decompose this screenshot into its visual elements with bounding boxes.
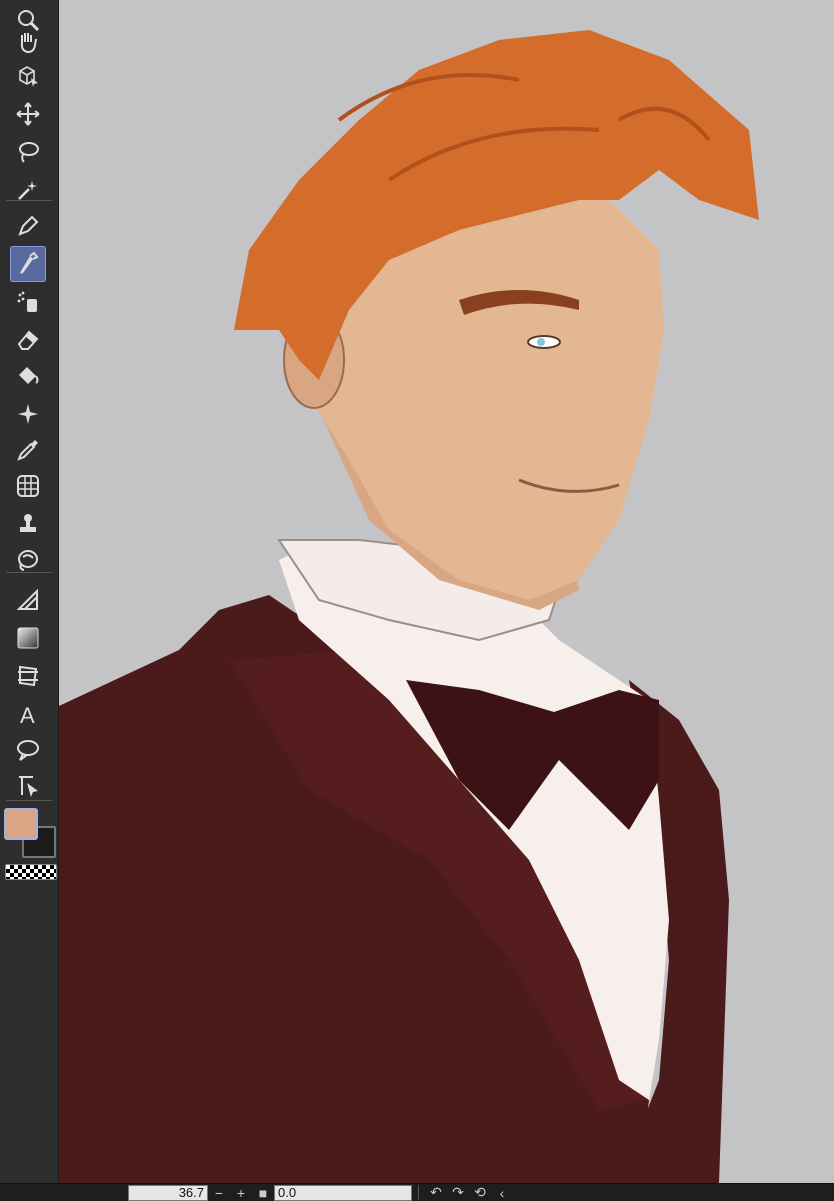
pen-tool[interactable]: [10, 208, 46, 244]
gradient-tool[interactable]: [10, 620, 46, 656]
statusbar-divider: [418, 1185, 419, 1200]
stamp-tool[interactable]: [10, 506, 46, 542]
eyedropper-icon: [17, 440, 38, 461]
object-select-icon: [19, 66, 38, 87]
toolbar-separator: [6, 800, 52, 801]
object-tool[interactable]: [10, 58, 46, 94]
correct-line-icon: [19, 776, 38, 797]
drawing-canvas[interactable]: [59, 0, 834, 1183]
airbrush-tool[interactable]: [10, 284, 46, 320]
text-tool[interactable]: A: [10, 696, 46, 732]
brush-icon: [20, 251, 39, 274]
eraser-icon: [17, 330, 39, 350]
rotation-field[interactable]: 0.0: [274, 1184, 412, 1201]
tool-palette: A: [0, 0, 59, 1183]
magic-wand-tool[interactable]: [10, 172, 46, 208]
hand-tool[interactable]: [10, 24, 46, 60]
text-a-icon: A: [20, 703, 35, 727]
pen-icon: [18, 215, 39, 236]
gradient-icon: [17, 627, 39, 649]
undo-rotate-button[interactable]: ↶: [425, 1184, 447, 1201]
eraser-tool[interactable]: [10, 322, 46, 358]
stamp-icon: [20, 514, 36, 532]
lasso-tool[interactable]: [10, 134, 46, 170]
transparent-color-swatch[interactable]: [5, 864, 57, 880]
svg-text:A: A: [20, 703, 35, 727]
toolbar-separator: [6, 572, 52, 573]
zoom-field[interactable]: 36.7: [128, 1184, 208, 1201]
decoration-tool[interactable]: [10, 396, 46, 432]
move-tool[interactable]: [10, 96, 46, 132]
speech-balloon-icon: [17, 740, 39, 761]
correct-line-tool[interactable]: [10, 768, 46, 804]
portrait-artwork: [59, 30, 759, 1183]
hand-icon: [20, 33, 37, 54]
blend-icon: [18, 550, 38, 571]
ruler-triangle-icon: [16, 588, 38, 610]
main-color-swatch[interactable]: [4, 808, 38, 840]
frame-tool[interactable]: [10, 658, 46, 694]
eyedropper-tool[interactable]: [10, 432, 46, 468]
toolbar-separator: [6, 200, 52, 201]
redo-rotate-button[interactable]: ↷: [447, 1184, 469, 1201]
reset-rotation-button[interactable]: ⟲: [469, 1184, 491, 1201]
balloon-tool[interactable]: [10, 732, 46, 768]
brush-tool[interactable]: [10, 246, 46, 282]
lasso-icon: [19, 142, 39, 163]
airbrush-icon: [17, 291, 37, 312]
zoom-in-button[interactable]: +: [230, 1185, 252, 1201]
figure-tool[interactable]: [10, 468, 46, 504]
ruler-tool[interactable]: [10, 582, 46, 618]
frame-border-icon: [18, 665, 38, 687]
move-arrows-icon: [16, 102, 40, 126]
fill-bucket-icon: [19, 367, 39, 384]
grid-sphere-icon: [17, 475, 39, 497]
collapse-button[interactable]: ‹: [491, 1185, 513, 1201]
fit-square-icon[interactable]: ■: [252, 1185, 274, 1201]
sparkle-icon: [18, 404, 38, 424]
fill-tool[interactable]: [10, 358, 46, 394]
status-bar: 36.7 − + ■ 0.0 ↶ ↷ ⟲ ‹: [0, 1183, 834, 1201]
zoom-out-button[interactable]: −: [208, 1185, 230, 1201]
